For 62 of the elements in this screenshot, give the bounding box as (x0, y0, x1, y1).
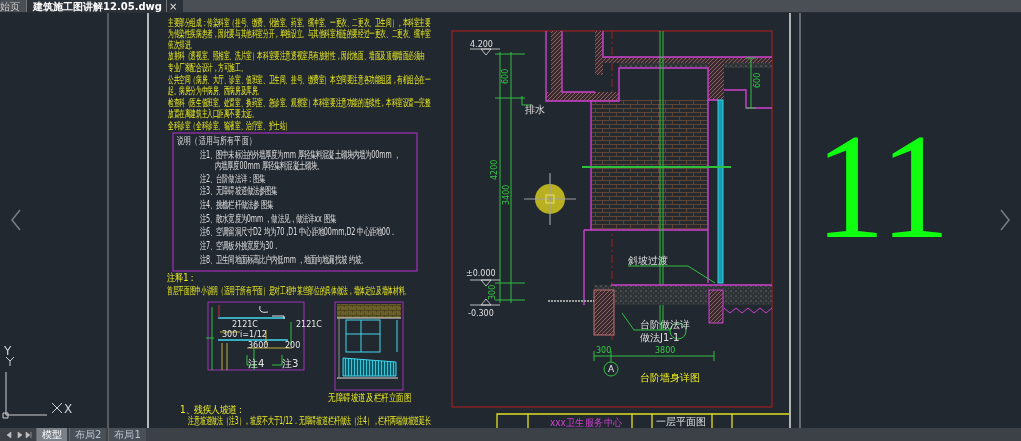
note-text: 放置在离建筑主入口距离不要太远。 (168, 107, 258, 120)
note-text: 公共空间（病房、大厅、诊室、值班室、卫生间、挂号、缴费室）本空间要注意各功能组团，有机组合在一 (168, 73, 431, 86)
notes-item: 注6、空调留洞尺寸D2 均为70 ,D1 中心距地00mm,D2 中心距地00 . (200, 225, 395, 238)
dimension-label: 4200 (490, 159, 499, 180)
ramp-dimension-label: 200 (285, 341, 301, 350)
annotation-title: 注释1： (167, 271, 197, 284)
layout-tab[interactable]: 布局1 (108, 428, 146, 441)
ramp-notes-text: 注意坡道做法（注3），坡度不大于1/12．无障碍坡道栏杆做法（注4），栏杆两端做坡道延长 (188, 414, 431, 427)
dimension-label: 600 (753, 72, 762, 88)
dimension-label: 600 (501, 68, 510, 84)
axis-bubble (603, 361, 619, 377)
sheet-number: 11 (815, 103, 950, 270)
section-title: 台阶墙身详图 (640, 372, 700, 383)
ramp-elevation-caption: 无障碍坡道及栏杆立面图 (328, 391, 412, 404)
note-text: 为传染性疾病患者，因此要与其他科室分开，单独设立。与其他科室相连的要经过一更衣、二更衣、缓冲室 (168, 27, 431, 40)
note-text: 起。病房分为中病房、西病房及库房。 (168, 84, 263, 97)
project-name: xxx卫生服务中心 (550, 416, 623, 428)
drawing-name: 一层平面图 (656, 416, 706, 427)
note-text: 主要部分组成：传染科室（挂号、缴费、化验室、药室、缓冲室、一更衣、二更衣、卫生间），本科室主要 (168, 16, 431, 29)
dimension-label: 300 (596, 346, 612, 355)
notes-item: 内墙厚度00mm 厚轻集料混凝土砌块。 (215, 159, 324, 172)
file-tab[interactable]: 建筑施工图讲解12.05.dwg (27, 0, 167, 12)
dimension-label: ±0.000 (466, 269, 496, 278)
layout-tab[interactable]: 布局2 (69, 428, 107, 441)
ramp-notes-heading: 1、残疾人坡道： (180, 403, 245, 416)
ramp-dimension-label: 2121C (296, 320, 322, 329)
notes-item: 注3、无障碍坡道做法参图集 (200, 184, 278, 197)
section-label: 斜坡过渡 (628, 255, 668, 266)
notes-item: 注5、散水宽度为0mm ，做法见，做法详xx 图集 (200, 212, 337, 225)
dimension-label: -0.300 (468, 309, 494, 318)
notes-item: 注8、卫生间地面标高比户内低mm ，地面向地漏找坡 约坡。 (200, 253, 368, 266)
notes-item: 注2、台阶做法详：图集 (200, 172, 266, 185)
ramp-dimension-label: i=1/12 (240, 330, 267, 339)
dimension-label: 3800 (655, 346, 676, 355)
layout-tab[interactable]: 模型 (36, 428, 67, 441)
dimension-label: 300 (488, 284, 497, 300)
ramp-dimension-label: 300 (222, 330, 238, 339)
note-text: 专业厂家配合设计，方可施工。 (168, 61, 247, 74)
ucs-axes-icon (2, 356, 63, 419)
ramp-dimension-label: 3600 (248, 341, 269, 350)
dimension-label: 3400 (502, 184, 511, 205)
ramp-dimension-label: 注4 (248, 358, 265, 369)
dimension-label: 4.200 (470, 40, 493, 49)
ramp-dimension-label: 注3 (282, 358, 299, 369)
section-label: 做法J1-1 (640, 332, 680, 343)
annotation-text: 首层平面图中小说明（适用于所有平面）是对工程中某些部位的具体做法，墙体定位及墙体材料。 (167, 284, 411, 297)
notes-item: 注4、挑檐栏杆做法参 图集 (200, 198, 274, 211)
note-text: 检查科（医生值班室、处置室、换药室、急诊室、观察室）本科室要注意功能的连续性，本科室设置一完整 (168, 96, 431, 109)
axis-x-label: X (64, 402, 73, 416)
axis-y-label: Y (4, 344, 12, 358)
snap-cursor-icon (523, 172, 577, 226)
layout-nav-icon[interactable] (4, 428, 34, 441)
note-text: 全科诊室（全科诊室、输液室、治疗室、护士站） (168, 119, 291, 132)
section-label: 排水 (525, 104, 545, 115)
note-text: 放射科（透视室、照相室、洗片室）本科室要注意透视室具有放射性，因此地面、墙面及顶棚墙面必须由 (168, 49, 426, 62)
section-label: 台阶做法详 (640, 319, 690, 330)
notes-title: 说明（适用与所有平面） (177, 134, 256, 147)
notes-item: 注1、图中未标注的外墙厚度为mm 厚轻集料混凝土砌块内墙为00mm ， (200, 148, 400, 161)
axis-label: A (607, 364, 615, 374)
ramp-dimension-label: 2121C (232, 320, 258, 329)
notes-item: 注7、空调板外挑宽度为30 . (200, 239, 278, 252)
note-text: 依次排进。 (168, 38, 196, 51)
